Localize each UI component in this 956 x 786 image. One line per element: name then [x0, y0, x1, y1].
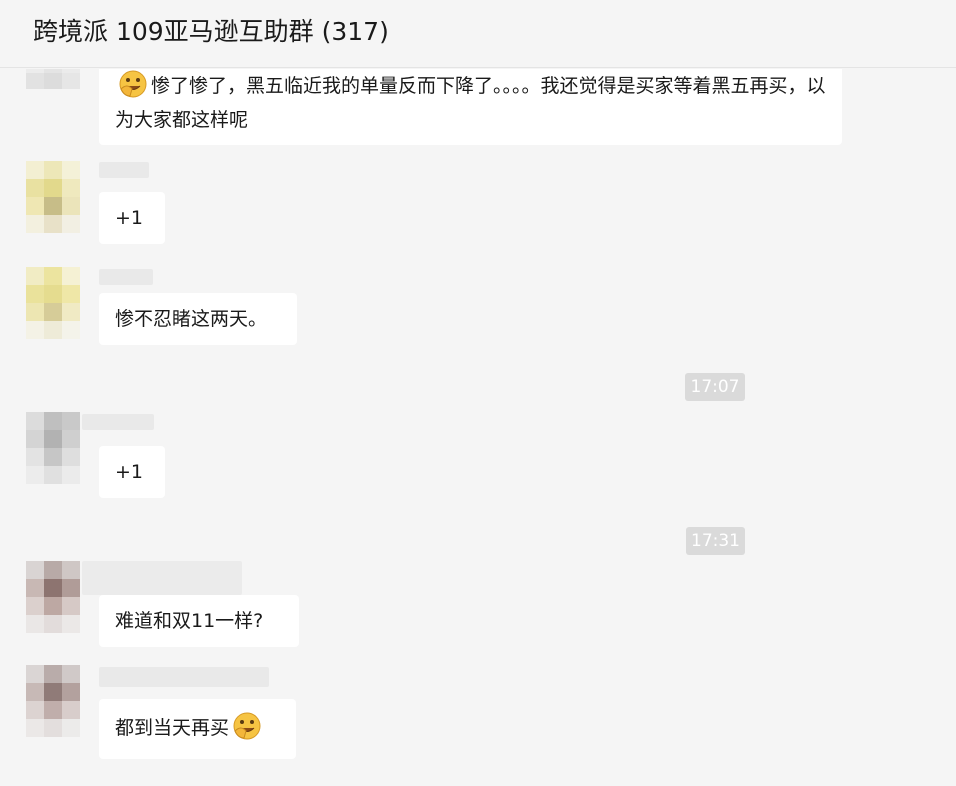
avatar[interactable] [26, 69, 80, 89]
sender-name [99, 162, 149, 178]
facepalm-laugh-icon [232, 711, 262, 741]
avatar[interactable] [26, 267, 80, 339]
message-bubble[interactable]: 都到当天再买 [99, 699, 296, 759]
sender-name [82, 561, 242, 595]
avatar[interactable] [26, 561, 80, 633]
message-text: 都到当天再买 [115, 717, 230, 739]
message-text: +1 [115, 207, 144, 229]
chat-message-list[interactable]: 惨了惨了，黑五临近我的单量反而下降了。。。。我还觉得是买家等着黑五再买，以为大家… [0, 69, 956, 786]
sender-name [82, 414, 154, 430]
message-bubble[interactable]: +1 [99, 192, 165, 244]
message-text: 惨了惨了，黑五临近我的单量反而下降了。。。。我还觉得是买家等着黑五再买，以为大家… [115, 75, 826, 131]
avatar[interactable] [26, 412, 80, 484]
timestamp-text: 17:07 [690, 377, 740, 397]
avatar[interactable] [26, 665, 80, 737]
message-bubble[interactable]: 难道和双11一样? [99, 595, 299, 647]
message-bubble[interactable]: 惨了惨了，黑五临近我的单量反而下降了。。。。我还觉得是买家等着黑五再买，以为大家… [99, 69, 842, 145]
sender-name [99, 269, 153, 285]
message-text: 惨不忍睹这两天。 [115, 308, 268, 330]
message-text: 难道和双11一样? [115, 610, 264, 632]
avatar[interactable] [26, 161, 80, 233]
message-bubble[interactable]: 惨不忍睹这两天。 [99, 293, 297, 345]
sender-name [99, 667, 269, 687]
timestamp-badge: 17:31 [686, 527, 745, 555]
message-text: +1 [115, 461, 144, 483]
facepalm-laugh-icon [118, 69, 148, 99]
timestamp-badge: 17:07 [685, 373, 745, 401]
chat-header: 跨境派 109亚马逊互助群 (317) [0, 0, 956, 68]
message-bubble[interactable]: +1 [99, 446, 165, 498]
group-title[interactable]: 跨境派 109亚马逊互助群 (317) [33, 14, 389, 50]
timestamp-text: 17:31 [691, 531, 740, 551]
